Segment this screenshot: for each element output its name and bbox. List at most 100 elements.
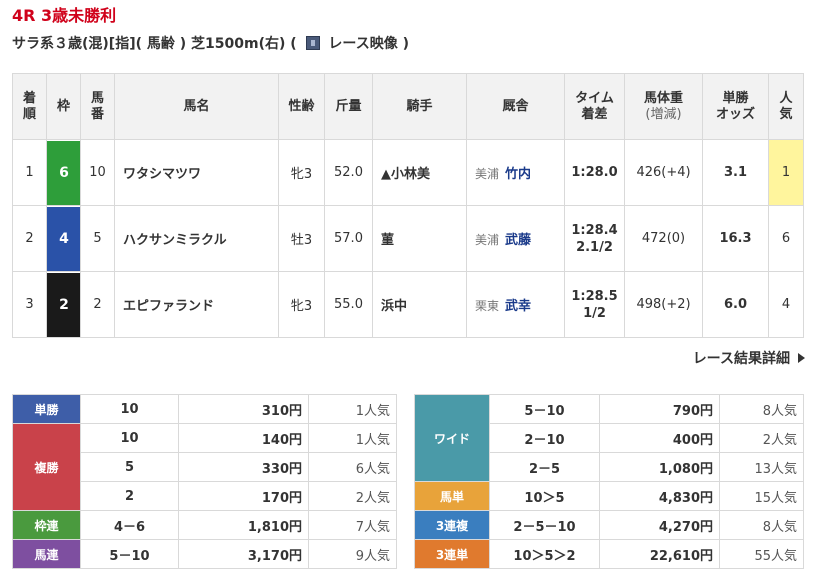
body-weight: 472(0) — [624, 205, 703, 272]
trainer-area: 栗東 — [475, 299, 500, 313]
body-weight: 426(+4) — [624, 139, 703, 206]
finish-time: 1:28.0 — [571, 165, 618, 180]
payout-row-tansho: 単勝 10 310円 1人気 — [12, 394, 397, 424]
popularity: 4 — [768, 271, 804, 338]
race-video-link[interactable]: レース映像 — [328, 36, 397, 52]
payout-amount: 790円 — [599, 394, 720, 424]
trainer-cell: 栗東 武幸 — [466, 271, 565, 338]
payout-label-sanrenpuku: 3連複 — [414, 510, 490, 540]
trainer-link[interactable]: 武藤 — [505, 233, 531, 248]
rank: 1 — [12, 139, 47, 206]
payout-row-umatan: 馬単 10＞5 4,830円 15人気 — [414, 481, 804, 511]
carried-weight: 52.0 — [324, 139, 373, 206]
win-odds: 3.1 — [702, 139, 769, 206]
payout-amount: 140円 — [178, 423, 309, 453]
chevron-right-icon — [798, 353, 805, 363]
payout-popularity: 1人気 — [308, 394, 397, 424]
payout-popularity: 8人気 — [719, 394, 804, 424]
race-conditions-text: サラ系３歳(混)[指]( 馬齢 ) 芝1500m(右) ( — [12, 36, 297, 52]
payout-label-tansho: 単勝 — [12, 394, 81, 424]
payout-row-wide: ワイド 5－10 790円 8人気 — [414, 394, 804, 482]
umaban: 10 — [80, 139, 115, 206]
header-umaban: 馬番 — [80, 73, 115, 140]
waku-cell: 4 — [46, 205, 81, 272]
payout-table-left: 単勝 10 310円 1人気 複勝 10 140円 1人気 5 330円 6人気 2 170円 2人気 枠連… — [12, 394, 397, 569]
popularity: 6 — [768, 205, 804, 272]
results-header-row: 着順 枠 馬番 馬名 性齢 斤量 騎手 厩舎 タイム 着差 馬体重 (増減) 単勝オ… — [12, 73, 804, 140]
payout-popularity: 13人気 — [719, 452, 804, 482]
time-cell: 1:28.0 — [564, 139, 625, 206]
header-weight: 斤量 — [324, 73, 373, 140]
result-row: 2 4 5 ハクサンミラクル 牡3 57.0 菫美浦 武藤 1:28.4 2.1/2 472(0) 1… — [12, 205, 804, 272]
horse-name-link[interactable]: ワタシマツワ — [114, 139, 279, 206]
horse-name-link[interactable]: ハクサンミラクル — [114, 205, 279, 272]
header-rank: 着順 — [12, 73, 47, 140]
payout-popularity: 9人気 — [308, 539, 397, 569]
trainer-area: 美浦 — [475, 167, 500, 181]
body-weight: 498(+2) — [624, 271, 703, 338]
trainer-link[interactable]: 武幸 — [505, 299, 531, 314]
payout-row-sanrentan: 3連単 10＞5＞2 22,610円 55人気 — [414, 539, 804, 569]
waku-cell: 6 — [46, 139, 81, 206]
header-horse: 馬名 — [114, 73, 279, 140]
payout-label-wide: ワイド — [414, 394, 490, 482]
header-popularity: 人気 — [768, 73, 804, 140]
payout-amount: 4,830円 — [599, 481, 720, 511]
payout-label-sanrentan: 3連単 — [414, 539, 490, 569]
payout-numbers: 10＞5 — [489, 481, 600, 511]
win-odds: 6.0 — [702, 271, 769, 338]
payout-amount: 4,270円 — [599, 510, 720, 540]
results-table: 着順 枠 馬番 馬名 性齢 斤量 騎手 厩舎 タイム 着差 馬体重 (増減) 単勝オ… — [12, 73, 804, 338]
payout-amount: 330円 — [178, 452, 309, 482]
horse-name-link[interactable]: エピファランド — [114, 271, 279, 338]
trainer-link[interactable]: 竹内 — [505, 167, 531, 182]
waku-cell: 2 — [46, 271, 81, 338]
popularity: 1 — [768, 139, 804, 206]
payout-amount: 400円 — [599, 423, 720, 453]
payout-numbers: 2－10 — [489, 423, 600, 453]
payout-amount: 3,170円 — [178, 539, 309, 569]
payout-numbers: 5－10 — [489, 394, 600, 424]
payout-popularity: 2人気 — [308, 481, 397, 511]
header-odds: 単勝 オッズ — [702, 73, 769, 140]
payout-popularity: 1人気 — [308, 423, 397, 453]
payout-amount: 1,810円 — [178, 510, 309, 540]
carried-weight: 55.0 — [324, 271, 373, 338]
time-cell: 1:28.4 2.1/2 — [564, 205, 625, 272]
carried-weight: 57.0 — [324, 205, 373, 272]
jockey-link[interactable]: 浜中 — [372, 271, 467, 338]
header-time: タイム 着差 — [564, 73, 625, 140]
trainer-area: 美浦 — [475, 233, 500, 247]
video-icon[interactable] — [305, 36, 320, 50]
payout-numbers: 4－6 — [80, 510, 179, 540]
rank: 3 — [12, 271, 47, 338]
sex-age: 牝3 — [278, 271, 325, 338]
payout-numbers: 5 — [80, 452, 179, 482]
payout-row-wakuren: 枠連 4－6 1,810円 7人気 — [12, 510, 397, 540]
payout-numbers: 10 — [80, 394, 179, 424]
sex-age: 牡3 — [278, 205, 325, 272]
race-result-detail-link[interactable]: レース結果詳細 — [693, 348, 805, 370]
payout-amount: 22,610円 — [599, 539, 720, 569]
jockey-link[interactable]: 菫 — [372, 205, 467, 272]
payout-amount: 310円 — [178, 394, 309, 424]
time-cell: 1:28.5 1/2 — [564, 271, 625, 338]
jockey-link[interactable]: ▲小林美 — [372, 139, 467, 206]
header-waku: 枠 — [46, 73, 81, 140]
payout-label-fukusho: 複勝 — [12, 423, 81, 511]
payout-popularity: 2人気 — [719, 423, 804, 453]
waku-badge: 2 — [47, 272, 81, 337]
payout-label-wakuren: 枠連 — [12, 510, 81, 540]
trainer-cell: 美浦 竹内 — [466, 139, 565, 206]
header-trainer: 厩舎 — [466, 73, 565, 140]
payout-popularity: 6人気 — [308, 452, 397, 482]
result-row: 1 6 10 ワタシマツワ 牝3 52.0 ▲小林美 美浦 竹内 1:28.0 426(+4) 3.1… — [12, 139, 804, 206]
trainer-cell: 美浦 武藤 — [466, 205, 565, 272]
payout-popularity: 7人気 — [308, 510, 397, 540]
finish-time: 1:28.5 — [571, 288, 618, 304]
payout-numbers: 2 — [80, 481, 179, 511]
header-jockey: 騎手 — [372, 73, 467, 140]
race-conditions: サラ系３歳(混)[指]( 馬齢 ) 芝1500m(右) ( レース映像 ) — [12, 32, 409, 56]
payout-numbers: 10＞5＞2 — [489, 539, 600, 569]
result-row: 3 2 2 エピファランド 牝3 55.0 浜中 栗東 武幸 1:28.5 1/2 498(+2) 6.… — [12, 271, 804, 338]
